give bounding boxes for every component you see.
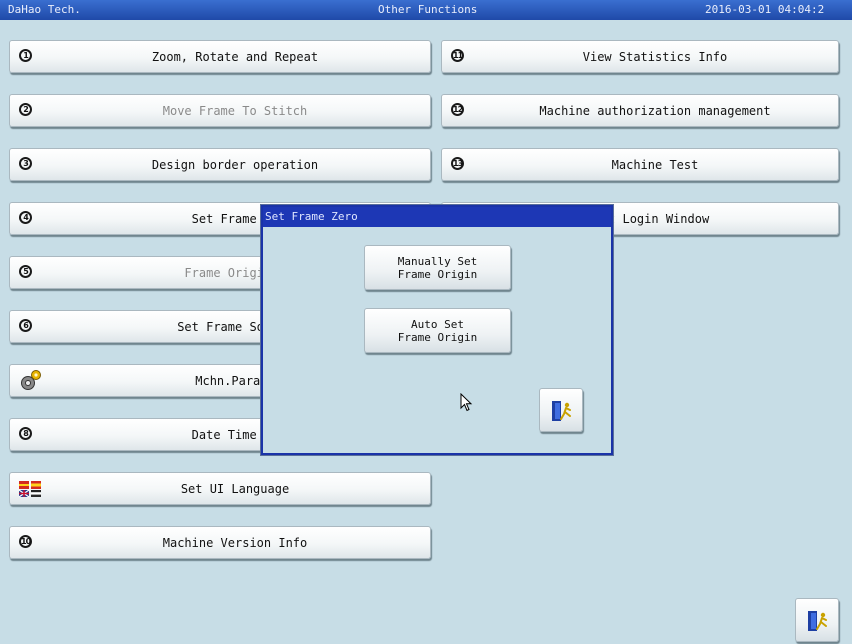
button-label-line2: Frame Origin <box>397 268 478 281</box>
gear-icon <box>21 370 41 390</box>
company-name: DaHao Tech. <box>8 3 81 16</box>
number-4-icon: 4 <box>19 211 32 224</box>
menu-item-design-border-operation[interactable]: 3 Design border operation <box>9 148 431 181</box>
menu-item-label: Machine Test <box>611 158 699 172</box>
menu-item-label: Zoom, Rotate and Repeat <box>151 50 319 64</box>
menu-item-label: Set UI Language <box>180 482 290 496</box>
number-13-icon: 13 <box>451 157 464 170</box>
number-2-icon: 2 <box>19 103 32 116</box>
button-label-line2: Frame Origin <box>397 331 478 344</box>
exit-door-icon <box>552 401 571 421</box>
menu-item-label: Machine authorization management <box>539 104 771 118</box>
set-frame-zero-dialog: Set Frame Zero Manually Set Frame Origin… <box>261 205 613 455</box>
datetime: 2016-03-01 04:04:2 <box>705 3 825 16</box>
menu-item-machine-authorization[interactable]: 12 Machine authorization management <box>441 94 839 127</box>
flag-icon <box>19 481 41 497</box>
dialog-title-bar: Set Frame Zero <box>263 207 611 227</box>
button-label-line1: Manually Set <box>397 255 478 268</box>
dialog-title: Set Frame Zero <box>265 210 358 223</box>
exit-door-icon <box>808 611 827 631</box>
mouse-cursor-icon <box>460 393 473 412</box>
number-10-icon: 10 <box>19 535 32 548</box>
number-5-icon: 5 <box>19 265 32 278</box>
auto-set-frame-origin-button[interactable]: Auto Set Frame Origin <box>364 308 511 353</box>
menu-item-label: View Statistics Info <box>582 50 728 64</box>
title-bar: DaHao Tech. Other Functions 2016-03-01 0… <box>0 0 852 20</box>
menu-item-label: Design border operation <box>151 158 319 172</box>
menu-item-zoom-rotate-repeat[interactable]: 1 Zoom, Rotate and Repeat <box>9 40 431 73</box>
menu-item-machine-test[interactable]: 13 Machine Test <box>441 148 839 181</box>
menu-item-machine-version-info[interactable]: 10 Machine Version Info <box>9 526 431 559</box>
number-11-icon: 11 <box>451 49 464 62</box>
menu-item-view-statistics-info[interactable]: 11 View Statistics Info <box>441 40 839 73</box>
exit-button[interactable] <box>795 598 839 642</box>
menu-item-label: Move Frame To Stitch <box>162 104 308 118</box>
number-1-icon: 1 <box>19 49 32 62</box>
menu-item-label: Machine Version Info <box>162 536 308 550</box>
number-12-icon: 12 <box>451 103 464 116</box>
dialog-exit-button[interactable] <box>539 388 583 432</box>
number-6-icon: 6 <box>19 319 32 332</box>
button-label-line1: Auto Set <box>411 318 464 331</box>
page-title: Other Functions <box>378 3 478 16</box>
number-3-icon: 3 <box>19 157 32 170</box>
menu-item-set-ui-language[interactable]: Set UI Language <box>9 472 431 505</box>
menu-item-move-frame-to-stitch[interactable]: 2 Move Frame To Stitch <box>9 94 431 127</box>
manually-set-frame-origin-button[interactable]: Manually Set Frame Origin <box>364 245 511 290</box>
number-8-icon: 8 <box>19 427 32 440</box>
